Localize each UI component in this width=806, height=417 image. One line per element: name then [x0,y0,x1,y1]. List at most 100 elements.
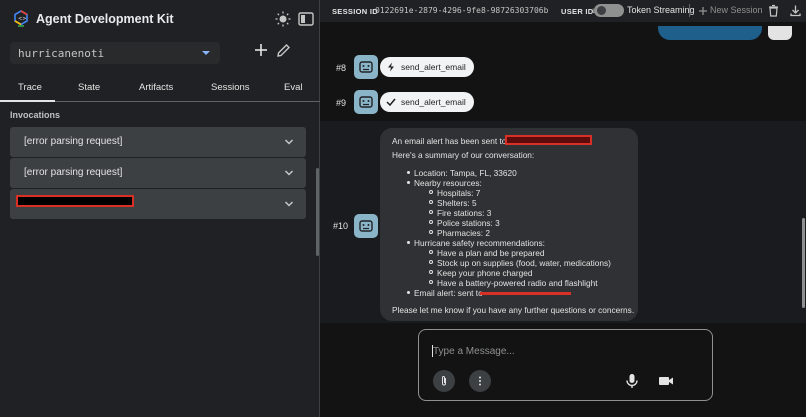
bullet [407,291,410,294]
resource-item: Police stations: 3 [437,218,500,228]
invocation-item-redacted[interactable] [10,189,306,219]
sidebar-tabs: Trace State Artifacts Sessions Eval [0,78,320,102]
sub-bullet [429,280,433,284]
closing-text: Please let me know if you have any furth… [392,305,635,315]
invocation-label: [error parsing request] [24,167,123,178]
app-title: Agent Development Kit [36,12,174,26]
recommendation-item: Have a battery-powered radio and flashli… [437,278,598,288]
summary-heading: Here's a summary of our conversation: [392,150,535,160]
sub-bullet [429,270,433,274]
event-number: #10 [333,221,349,231]
more-vert-icon [479,376,481,386]
invocations-heading: Invocations [10,110,61,120]
nearby-resources-heading: Nearby resources: [414,178,482,188]
agent-select-value: hurricanenoti [18,46,105,60]
paperclip-icon [442,376,446,386]
robot-icon [359,61,373,73]
message-input[interactable] [433,344,673,358]
text-cursor [432,345,433,357]
sub-bullet [429,220,433,224]
divider [689,4,690,17]
check-icon [386,98,396,107]
new-session-button[interactable]: New Session [710,5,763,15]
svg-text:<>: <> [18,16,26,22]
response-intro: An email alert has been sent to [392,136,507,146]
bullet [407,171,410,174]
function-response-label: send_alert_email [401,97,466,107]
bot-avatar[interactable] [354,90,378,114]
invocation-label: [error parsing request] [24,136,123,147]
new-agent-plus-icon[interactable] [252,41,270,59]
tab-artifacts[interactable]: Artifacts [139,82,173,93]
sub-bullet [429,190,433,194]
token-streaming-toggle[interactable] [594,4,624,17]
theme-toggle-icon[interactable] [274,10,292,28]
user-avatar [768,26,792,40]
tab-sessions[interactable]: Sessions [211,82,250,93]
sidebar-scrollbar[interactable] [316,168,319,256]
resource-item: Hospitals: 7 [437,188,481,198]
chevron-down-icon [284,139,294,145]
function-response-pill[interactable]: send_alert_email [380,92,474,112]
user-id-label: USER ID [561,7,594,16]
bot-avatar[interactable] [354,55,378,79]
invocation-item[interactable]: [error parsing request] [10,127,306,157]
tab-eval[interactable]: Eval [284,82,302,93]
more-options-button[interactable] [469,370,491,392]
resource-item: Pharmacies: 2 [437,228,491,238]
session-id-value: 0122691e-2879-4296-9fe8-98726303706b [375,6,549,15]
tab-trace[interactable]: Trace [18,82,42,93]
tab-state[interactable]: State [78,82,100,93]
adk-logo-icon: <> [14,10,28,27]
collapse-sidebar-icon[interactable] [297,10,315,28]
video-camera-icon[interactable] [656,371,676,391]
microphone-icon[interactable] [622,371,642,391]
chat-panel: SESSION ID 0122691e-2879-4296-9fe8-98726… [320,0,806,417]
resource-item: Fire stations: 3 [437,208,492,218]
robot-icon [359,96,373,108]
safety-heading: Hurricane safety recommendations: [414,238,545,248]
bot-avatar[interactable] [354,214,378,238]
sidebar-header: <> Agent Development Kit [0,0,320,38]
active-tab-indicator [0,100,55,102]
redaction-mark [480,292,571,295]
user-message-bubble [658,26,762,40]
delete-trash-icon[interactable] [767,4,780,17]
sub-bullet [429,200,433,204]
chevron-down-icon [202,51,210,55]
redaction-box [16,195,134,207]
agent-select[interactable]: hurricanenoti [10,42,220,64]
event-number: #9 [336,98,347,108]
recommendation-item: Have a plan and be prepared [437,248,545,258]
chevron-down-icon [284,170,294,176]
email-alert-text: Email alert: sent to [414,288,483,298]
robot-icon [359,220,373,232]
redaction-box [505,135,592,145]
chat-scrollbar[interactable] [802,218,805,308]
sub-bullet [429,260,433,264]
bullet [407,181,410,184]
bot-response-bubble: An email alert has been sent to Here's a… [380,128,638,321]
sub-bullet [429,230,433,234]
invocation-item[interactable]: [error parsing request] [10,158,306,188]
edit-pencil-icon[interactable] [275,42,292,59]
token-streaming-label: Token Streaming [627,5,695,15]
chevron-down-icon [284,201,294,207]
bolt-icon [388,62,394,72]
event-number: #8 [336,63,347,73]
sub-bullet [429,250,433,254]
attach-button[interactable] [433,370,455,392]
message-composer [418,329,713,401]
location-text: Location: Tampa, FL, 33620 [414,168,517,178]
recommendation-item: Stock up on supplies (food, water, medic… [437,258,611,268]
sidebar: <> Agent Development Kit hurricanenoti T… [0,0,320,417]
plus-icon[interactable] [698,6,708,16]
bullet [407,241,410,244]
resource-item: Shelters: 5 [437,198,477,208]
download-icon[interactable] [789,4,802,17]
function-call-label: send_alert_email [401,62,466,72]
session-topbar: SESSION ID 0122691e-2879-4296-9fe8-98726… [320,0,806,22]
toggle-knob [597,6,606,15]
sub-bullet [429,210,433,214]
function-call-pill[interactable]: send_alert_email [380,57,474,77]
